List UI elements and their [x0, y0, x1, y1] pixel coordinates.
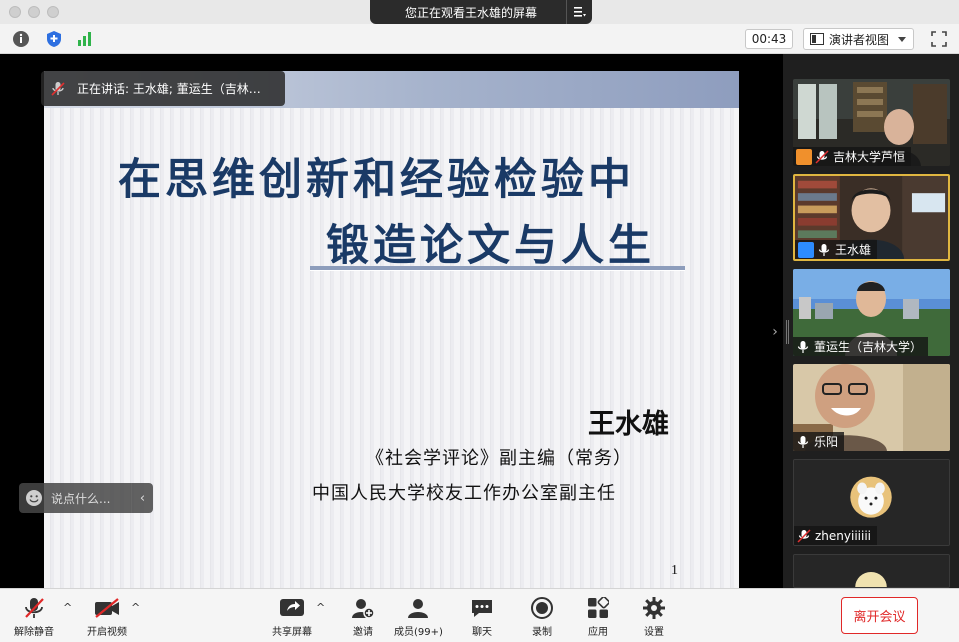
speaker-view-icon	[810, 33, 824, 45]
screen-share-banner: 您正在观看王水雄的屏幕	[370, 0, 592, 24]
host-badge-icon	[796, 148, 812, 165]
participant-gallery: 吉林大学芦恒 王水雄 董运生（吉林大学） 乐阳 zhenyiiiiii	[789, 54, 959, 588]
mic-icon	[818, 243, 830, 256]
start-video-button[interactable]: 开启视频	[87, 595, 127, 639]
minimize-window-button[interactable]	[28, 6, 40, 18]
record-icon	[528, 595, 556, 621]
record-label: 录制	[532, 627, 552, 638]
invite-label: 邀请	[353, 627, 373, 638]
participant-name: zhenyiiiiii	[815, 528, 871, 543]
video-off-icon	[93, 595, 121, 621]
meeting-toolbar: 00:43 演讲者视图	[0, 24, 959, 54]
participant-tile-active-speaker[interactable]: 王水雄	[793, 174, 950, 261]
emoji-icon[interactable]	[25, 489, 43, 507]
close-window-button[interactable]	[9, 6, 21, 18]
quick-chat-box[interactable]: 说点什么... ‹	[19, 483, 153, 513]
chevron-up-icon[interactable]: ^	[63, 601, 72, 614]
apps-label: 应用	[588, 627, 608, 638]
chevron-down-icon	[898, 37, 906, 42]
share-screen-icon	[278, 595, 306, 621]
participant-tile[interactable]: 吉林大学芦恒	[793, 79, 950, 166]
participant-name: 吉林大学芦恒	[833, 150, 906, 164]
settings-label: 设置	[644, 627, 664, 638]
shield-icon[interactable]	[44, 29, 64, 49]
chat-input[interactable]: 说点什么...	[51, 490, 131, 507]
participants-icon	[404, 595, 432, 621]
slide-page-number: 1	[671, 563, 678, 578]
slide-subtitle-1: 《社会学评论》副主编（常务）	[366, 448, 632, 469]
share-screen-button[interactable]: 共享屏幕	[272, 595, 312, 639]
start-video-label: 开启视频	[87, 627, 127, 638]
participant-tile[interactable]: 董运生（吉林大学）	[793, 269, 950, 356]
slide-subtitle-2: 中国人民大学校友工作办公室副主任	[312, 483, 616, 504]
settings-button[interactable]: 设置	[640, 595, 668, 639]
participants-button[interactable]: 成员(99+)	[394, 595, 443, 639]
participant-tile[interactable]: 乐阳	[793, 364, 950, 451]
gear-icon	[640, 595, 668, 621]
apps-button[interactable]: 应用	[584, 595, 612, 639]
muted-mic-icon	[51, 81, 65, 96]
mic-icon	[797, 340, 809, 353]
participant-name-bar: 王水雄	[795, 240, 878, 259]
slide-title-line1: 在思维创新和经验检验中	[118, 155, 635, 205]
mic-icon	[797, 435, 809, 448]
participant-name: 乐阳	[814, 435, 839, 449]
chevron-up-icon[interactable]: ^	[131, 601, 140, 614]
chat-label: 聊天	[472, 627, 492, 638]
muted-mic-icon	[20, 595, 48, 621]
participant-avatar	[794, 555, 949, 587]
participant-name: 董运生（吉林大学）	[814, 340, 923, 354]
title-underline-highlight	[310, 270, 685, 271]
participants-label: 成员(99+)	[394, 627, 443, 638]
view-mode-dropdown[interactable]: 演讲者视图	[803, 28, 914, 50]
muted-mic-icon	[797, 528, 811, 543]
cohost-badge-icon	[798, 241, 814, 258]
leave-meeting-button[interactable]: 离开会议	[841, 597, 918, 634]
slide-author: 王水雄	[588, 409, 669, 440]
active-speaker-indicator: 正在讲话: 王水雄; 董运生（吉林…	[41, 71, 285, 106]
window-title-bar: 您正在观看王水雄的屏幕	[0, 0, 959, 24]
participant-tile-partial[interactable]	[793, 554, 950, 588]
chat-icon	[468, 595, 496, 621]
participant-name-bar: 董运生（吉林大学）	[793, 337, 929, 356]
chevron-right-icon[interactable]: ›	[767, 315, 783, 349]
participant-name-bar: 吉林大学芦恒	[793, 147, 912, 166]
participant-tile[interactable]: zhenyiiiiii	[793, 459, 950, 546]
muted-mic-icon	[815, 149, 829, 164]
view-mode-label: 演讲者视图	[829, 32, 890, 47]
chevron-up-icon[interactable]: ^	[316, 601, 325, 614]
chevron-left-icon[interactable]: ‹	[131, 483, 153, 513]
share-banner-text: 您正在观看王水雄的屏幕	[404, 5, 537, 20]
apps-icon	[584, 595, 612, 621]
add-user-icon	[349, 595, 377, 621]
meeting-controls-bar: 解除静音 ^ 开启视频 ^ 共享屏幕 ^ 邀请 成员(99+) 聊天 录制 应用…	[0, 588, 959, 642]
unmute-label: 解除静音	[14, 627, 54, 638]
chat-button[interactable]: 聊天	[468, 595, 496, 639]
share-menu-icon[interactable]	[566, 0, 592, 24]
active-speaker-text: 正在讲话: 王水雄; 董运生（吉林…	[77, 82, 261, 96]
participant-name-bar: zhenyiiiiii	[794, 526, 877, 545]
participant-name-bar: 乐阳	[793, 432, 845, 451]
unmute-button[interactable]: 解除静音	[14, 595, 54, 639]
fullscreen-icon[interactable]	[929, 29, 949, 49]
meeting-timer: 00:43	[745, 29, 793, 49]
share-screen-label: 共享屏幕	[272, 627, 312, 638]
invite-button[interactable]: 邀请	[349, 595, 377, 639]
info-icon[interactable]	[11, 29, 31, 49]
participant-name: 王水雄	[835, 243, 872, 257]
signal-strength-icon[interactable]	[75, 29, 95, 49]
slide-title-line2: 锻造论文与人生	[326, 221, 655, 271]
record-button[interactable]: 录制	[528, 595, 556, 639]
zoom-window-button[interactable]	[47, 6, 59, 18]
